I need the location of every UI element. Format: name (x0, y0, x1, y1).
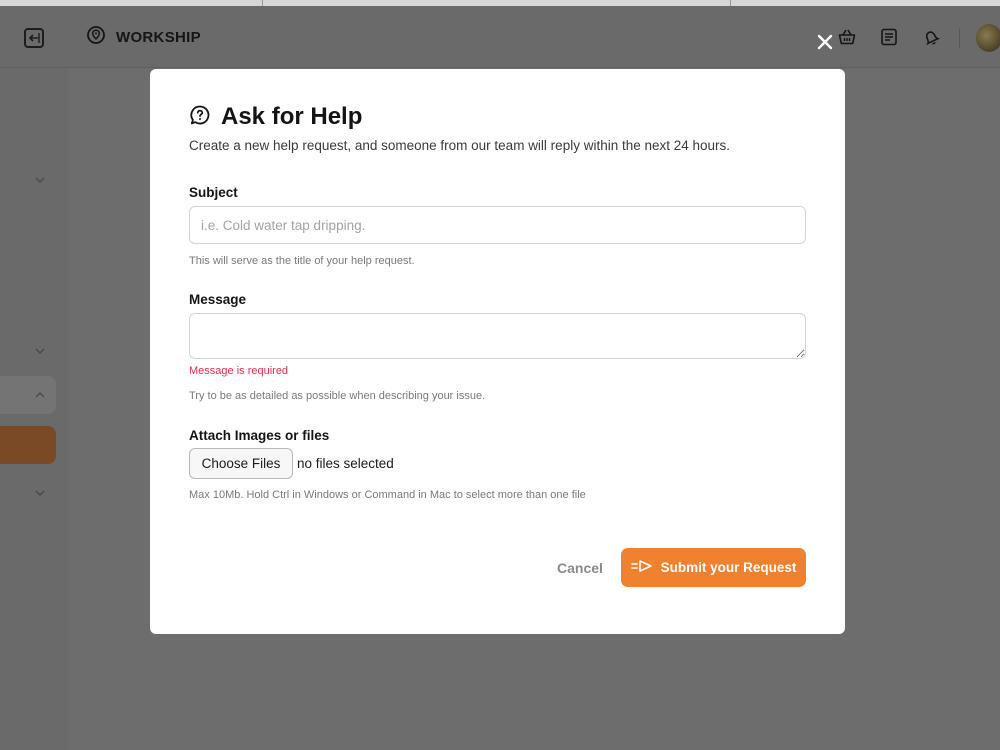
location-icon (86, 25, 106, 50)
submit-request-label: Submit your Request (660, 560, 797, 575)
file-selection-status: no files selected (297, 456, 394, 471)
dialog-description: Create a new help request, and someone f… (189, 138, 731, 153)
attachments-hint: Max 10Mb. Hold Ctrl in Windows or Comman… (189, 489, 586, 501)
dialog-header: Ask for Help (189, 102, 362, 132)
avatar[interactable] (976, 24, 1000, 52)
submit-request-button[interactable]: Submit your Request (621, 548, 806, 587)
send-icon (630, 559, 653, 576)
choose-files-button[interactable]: Choose Files (189, 448, 293, 479)
notepad-icon[interactable] (878, 26, 900, 48)
attachments-label: Attach Images or files (189, 428, 330, 443)
subject-hint: This will serve as the title of your hel… (189, 255, 415, 267)
message-error: Message is required (189, 365, 289, 377)
cancel-button[interactable]: Cancel (545, 549, 615, 587)
chevron-up-icon[interactable] (32, 387, 48, 403)
sidebar-collapse-icon[interactable] (24, 28, 44, 48)
chevron-down-icon[interactable] (32, 485, 48, 501)
help-bubble-icon (189, 104, 211, 131)
message-label: Message (189, 292, 247, 307)
message-hint: Try to be as detailed as possible when d… (189, 390, 486, 402)
sidebar (0, 68, 68, 750)
basket-icon[interactable] (836, 26, 858, 48)
subject-input[interactable] (189, 206, 806, 244)
header-actions (838, 24, 1000, 52)
sidebar-item-selected[interactable] (0, 426, 56, 464)
help-request-dialog: Ask for Help Create a new help request, … (150, 69, 845, 634)
header-divider (959, 28, 960, 48)
app-header: WORKSHIP (0, 6, 1000, 68)
message-textarea[interactable] (189, 313, 806, 359)
brand[interactable]: WORKSHIP (86, 25, 201, 50)
dialog-title: Ask for Help (221, 103, 363, 130)
chevron-down-icon[interactable] (32, 172, 48, 188)
chevron-down-icon[interactable] (32, 343, 48, 359)
brand-title: WORKSHIP (116, 28, 201, 46)
sidebar-group-expanded[interactable] (0, 376, 56, 414)
bell-icon[interactable] (920, 26, 942, 48)
close-icon[interactable] (813, 30, 837, 54)
subject-label: Subject (189, 185, 238, 200)
